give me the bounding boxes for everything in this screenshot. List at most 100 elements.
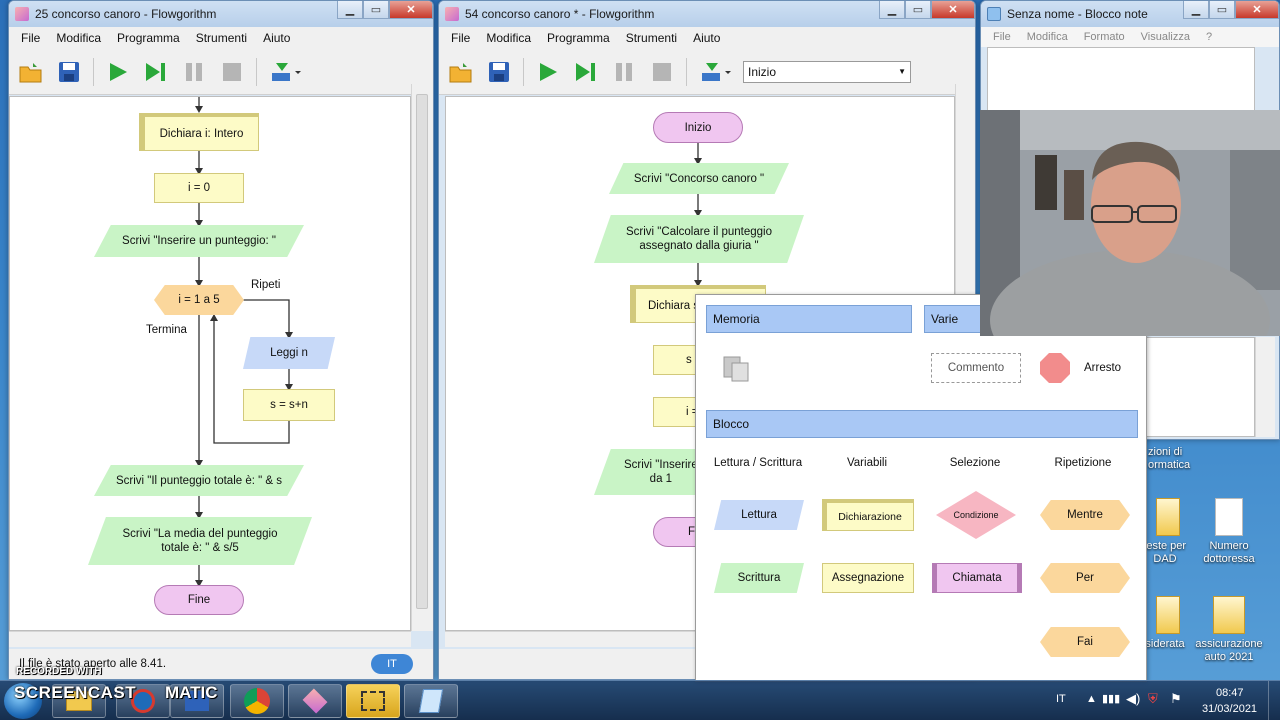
save-icon[interactable]	[485, 58, 513, 86]
palette-input-shape[interactable]: Lettura	[714, 500, 804, 530]
taskbar-notepad[interactable]	[404, 684, 458, 718]
menu-file[interactable]: File	[985, 31, 1019, 43]
comment-shape[interactable]: Commento	[931, 353, 1021, 383]
taskbar-chrome[interactable]	[230, 684, 284, 718]
vertical-scrollbar[interactable]	[411, 84, 433, 631]
palette-declare-shape[interactable]: Dichiarazione	[822, 499, 914, 531]
output-total-block[interactable]: Scrivi "Il punteggio totale è: " & s	[94, 465, 304, 496]
assign-i-block[interactable]: i = 0	[154, 173, 244, 203]
security-icon[interactable]: ⛨	[1148, 691, 1158, 707]
menu-modifica[interactable]: Modifica	[48, 31, 109, 45]
menubar: File Modifica Programma Strumenti Aiuto	[9, 27, 433, 49]
step-icon[interactable]	[572, 58, 600, 86]
output-prompt-text: Scrivi "Inserire un punteggio: "	[122, 235, 276, 247]
output-avg-block[interactable]: Scrivi "La media del punteggio totale è: …	[88, 517, 312, 565]
menu-file[interactable]: File	[13, 31, 48, 45]
palette-for-shape[interactable]: Per	[1040, 563, 1130, 593]
tray-language[interactable]: IT	[1056, 693, 1066, 705]
close-button[interactable]: ✕	[389, 1, 433, 19]
maximize-button[interactable]: ▭	[905, 1, 931, 19]
output-total-text: Scrivi "Il punteggio totale è: " & s	[115, 474, 283, 487]
output-input-prompt-text: Scrivi "Inserire da 1	[624, 459, 698, 485]
palette-while-shape[interactable]: Mentre	[1040, 500, 1130, 530]
palette-blocco-header: Blocco	[706, 410, 1138, 438]
menu-strumenti[interactable]: Strumenti	[188, 31, 255, 45]
menu-programma[interactable]: Programma	[109, 31, 188, 45]
declare-block[interactable]: Dichiara i: Intero	[139, 113, 259, 151]
notepad-titlebar[interactable]: Senza nome - Blocco note ▁ ▭ ✕	[981, 1, 1279, 27]
output-prompt-block[interactable]: Scrivi "Inserire un punteggio: "	[94, 225, 304, 257]
menu-modifica[interactable]: Modifica	[478, 31, 539, 45]
minimize-button[interactable]: ▁	[337, 1, 363, 19]
palette-condition-shape[interactable]: Condizione	[936, 491, 1016, 539]
minimize-button[interactable]: ▁	[1183, 1, 1209, 19]
palette-do-shape[interactable]: Fai	[1040, 627, 1130, 657]
language-badge[interactable]: IT	[371, 654, 413, 674]
taskbar-flowgorithm[interactable]	[288, 684, 342, 718]
layout-icon[interactable]	[697, 58, 733, 86]
stop-icon[interactable]	[648, 58, 676, 86]
start-block[interactable]: Inizio	[653, 112, 743, 143]
close-button[interactable]: ✕	[931, 1, 975, 19]
window-title: 25 concorso canoro - Flowgorithm	[35, 7, 217, 21]
menu-file[interactable]: File	[443, 31, 478, 45]
horizontal-scrollbar[interactable]	[9, 631, 411, 647]
run-icon[interactable]	[534, 58, 562, 86]
flag-icon[interactable]: ⚑	[1170, 691, 1182, 707]
stop-icon[interactable]	[218, 58, 246, 86]
clock-date[interactable]: 31/03/2021	[1202, 703, 1257, 715]
end-block[interactable]: Fine	[154, 585, 244, 615]
assign-s-block[interactable]: s = s+n	[243, 389, 335, 421]
show-desktop-button[interactable]	[1268, 681, 1280, 720]
menu-aiuto[interactable]: Aiuto	[685, 31, 728, 45]
titlebar-2[interactable]: 54 concorso canoro * - Flowgorithm ▁ ▭ ✕	[439, 1, 975, 27]
maximize-button[interactable]: ▭	[1209, 1, 1235, 19]
pause-icon[interactable]	[610, 58, 638, 86]
notepad-title: Senza nome - Blocco note	[1007, 7, 1148, 21]
desktop-icon-numero[interactable]: Numero dottoressa	[1194, 498, 1264, 566]
volume-icon[interactable]: ◀)	[1126, 691, 1140, 707]
for-loop-block[interactable]: i = 1 a 5	[154, 285, 244, 315]
clock-time[interactable]: 08:47	[1216, 687, 1244, 699]
maximize-button[interactable]: ▭	[363, 1, 389, 19]
menu-formato[interactable]: Formato	[1076, 31, 1133, 43]
menu-visualizza[interactable]: Visualizza	[1133, 31, 1198, 43]
palette-call-shape[interactable]: Chiamata	[932, 563, 1022, 593]
taskbar-snipping[interactable]	[346, 684, 400, 718]
assign-s-text: s = s+n	[270, 399, 308, 411]
document-icon	[1215, 498, 1243, 536]
notepad-text-area[interactable]	[987, 47, 1255, 111]
network-icon[interactable]: ▮▮▮	[1102, 692, 1120, 705]
notepad-scrollbar[interactable]	[1255, 337, 1275, 437]
menu-modifica[interactable]: Modifica	[1019, 31, 1076, 43]
output-title-block[interactable]: Scrivi "Concorso canoro "	[609, 163, 789, 194]
menu-help[interactable]: ?	[1198, 31, 1220, 43]
clipboard-icon[interactable]	[722, 353, 752, 383]
output-desc-block[interactable]: Scrivi "Calcolare il punteggio assegnato …	[594, 215, 804, 263]
open-folder-icon[interactable]	[447, 58, 475, 86]
palette-memoria-header: Memoria	[706, 305, 912, 333]
titlebar-1[interactable]: 25 concorso canoro - Flowgorithm ▁ ▭ ✕	[9, 1, 433, 27]
pause-icon[interactable]	[180, 58, 208, 86]
flowchart-canvas-1[interactable]: Dichiara i: Intero i = 0 Scrivi "Inserir…	[9, 96, 411, 631]
menu-programma[interactable]: Programma	[539, 31, 618, 45]
stop-octagon-icon[interactable]	[1040, 353, 1070, 383]
step-icon[interactable]	[142, 58, 170, 86]
desktop-icon-assicurazione[interactable]: assicurazione auto 2021	[1194, 596, 1264, 664]
function-dropdown[interactable]: Inizio ▼	[743, 60, 911, 83]
declare-shape-label: Dichiarazione	[838, 510, 902, 523]
column-selection: Selezione	[949, 457, 1001, 469]
run-icon[interactable]	[104, 58, 132, 86]
palette-output-shape[interactable]: Scrittura	[714, 563, 804, 593]
taskbar: SCREENCAST MATIC IT ▲ ▮▮▮ ◀) ⛨ ⚑ 08:47 3…	[0, 680, 1280, 720]
menu-strumenti[interactable]: Strumenti	[618, 31, 685, 45]
palette-assign-shape[interactable]: Assegnazione	[822, 563, 914, 593]
input-block[interactable]: Leggi n	[243, 337, 335, 369]
menu-aiuto[interactable]: Aiuto	[255, 31, 298, 45]
open-folder-icon[interactable]	[17, 58, 45, 86]
chevron-up-icon[interactable]: ▲	[1086, 693, 1097, 705]
save-icon[interactable]	[55, 58, 83, 86]
close-button[interactable]: ✕	[1235, 1, 1279, 19]
minimize-button[interactable]: ▁	[879, 1, 905, 19]
layout-icon[interactable]	[267, 58, 303, 86]
